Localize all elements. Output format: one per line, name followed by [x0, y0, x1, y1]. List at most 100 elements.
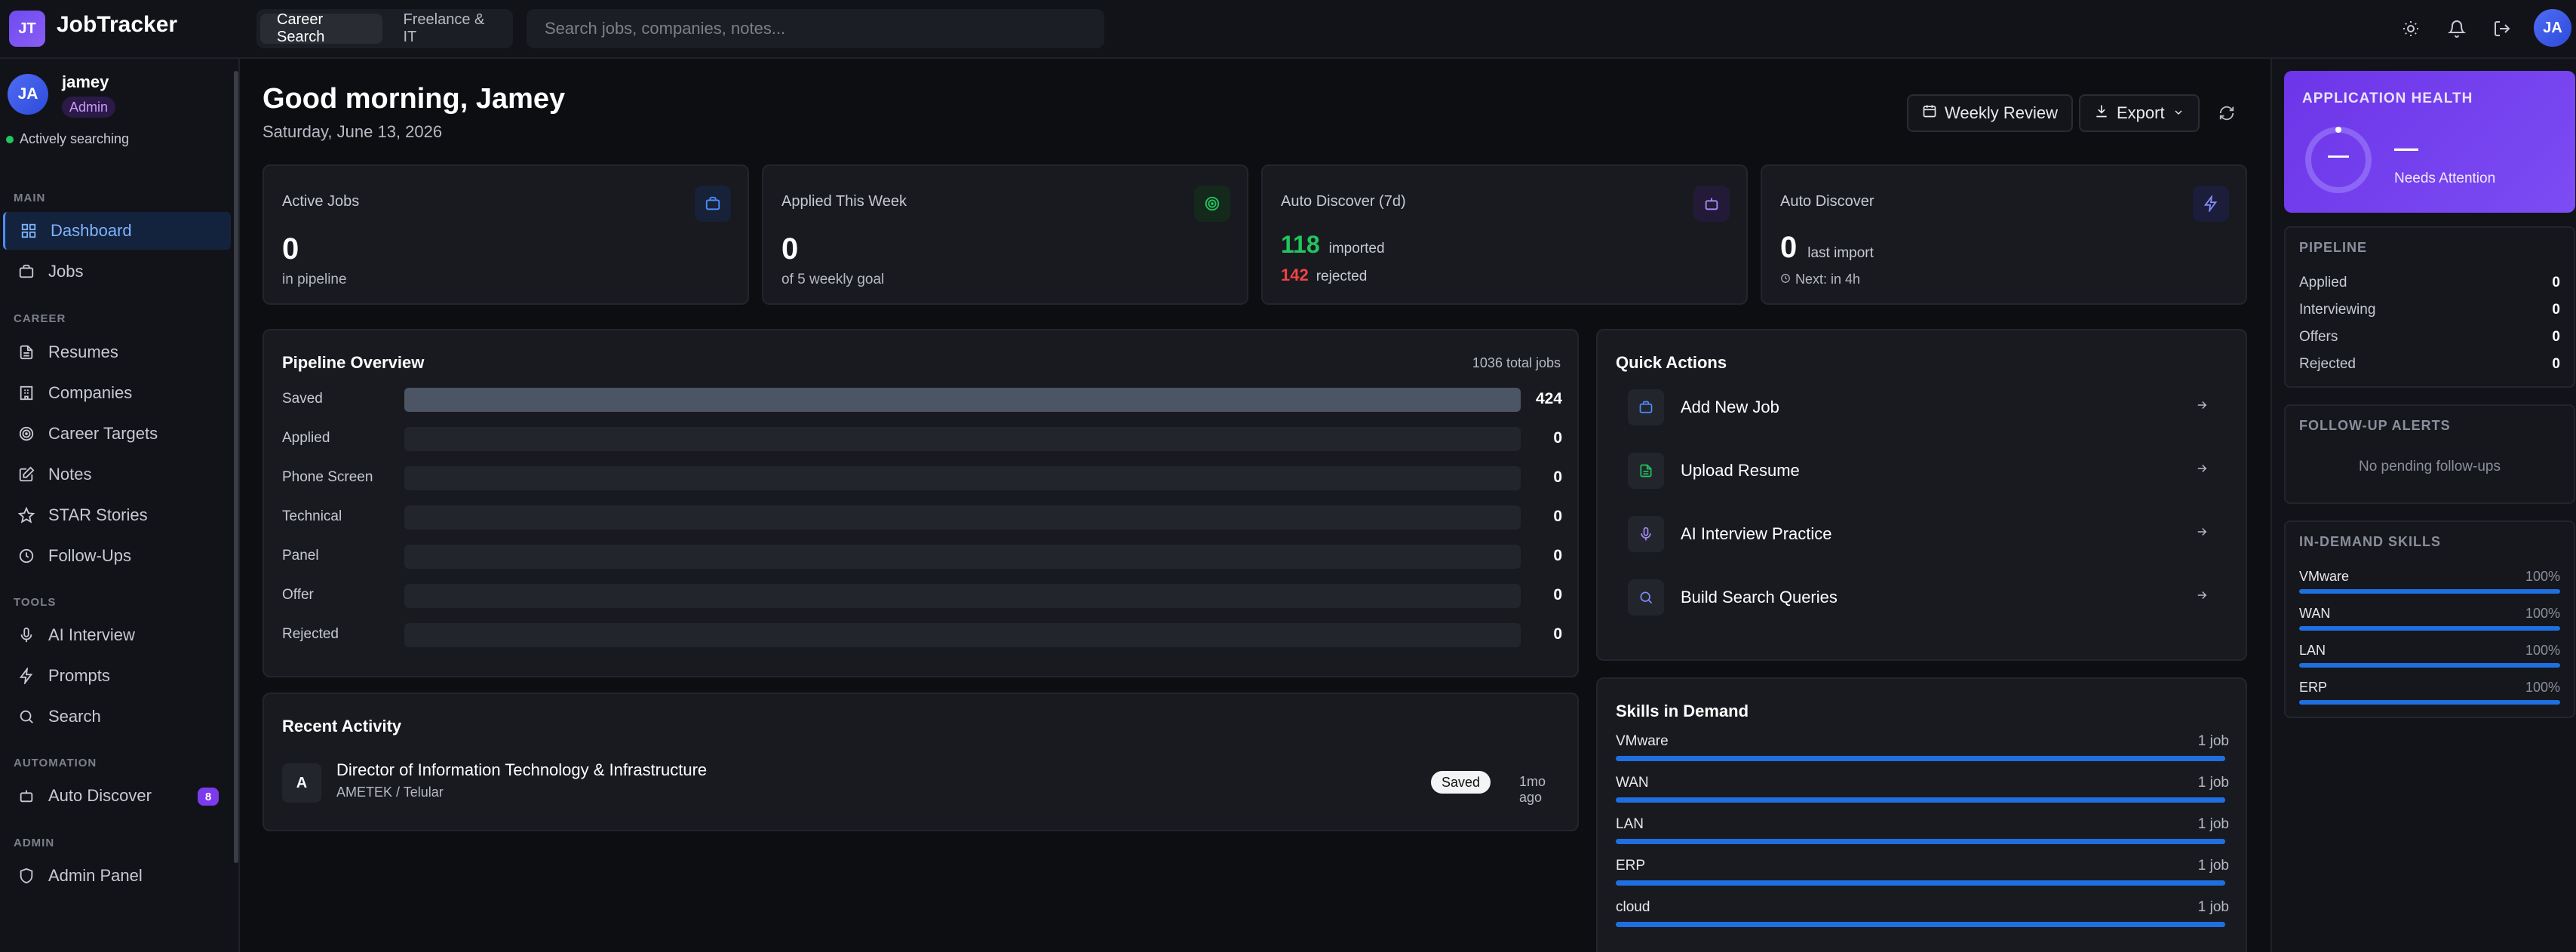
sidebar-item-resumes[interactable]: Resumes	[3, 333, 231, 371]
sidebar-item-label: Search	[48, 707, 101, 726]
skill-bar-fill	[1616, 839, 2225, 844]
skill-percent: 100%	[2525, 569, 2560, 584]
sidebar-item-follow-ups[interactable]: Follow-Ups	[3, 537, 231, 575]
stat-card-auto-discover[interactable]: Auto Discover 0 last import Next: in 4h	[1761, 164, 2247, 305]
sidebar-item-label: Career Targets	[48, 424, 158, 443]
sidebar-item-label: Companies	[48, 383, 133, 402]
pipeline-bar-fill	[404, 388, 1521, 412]
sidebar-item-label: STAR Stories	[48, 505, 148, 524]
skill-name: VMware	[2299, 569, 2350, 584]
lightning-icon	[18, 668, 35, 684]
row-label: Offers	[2299, 329, 2338, 345]
export-button[interactable]: Export	[2079, 94, 2200, 132]
health-score: —	[2394, 134, 2418, 161]
weekly-review-button[interactable]: Weekly Review	[1907, 94, 2073, 132]
card-title: Skills in Demand	[1616, 702, 1749, 720]
stat-card-active-jobs[interactable]: Active Jobs 0 in pipeline	[263, 164, 749, 305]
app-title[interactable]: JobTracker	[57, 12, 177, 38]
stat-label: Applied This Week	[781, 193, 907, 210]
in-demand-skill-row: ERP 100%	[2299, 680, 2560, 705]
mode-freelance-it[interactable]: Freelance & IT	[387, 11, 510, 45]
last-import-label: last import	[1807, 245, 1874, 261]
skill-count: 1 job	[2197, 733, 2229, 749]
avatar[interactable]: JA	[8, 74, 48, 115]
sidebar-item-search[interactable]: Search	[3, 698, 231, 735]
bell-icon[interactable]	[2445, 17, 2469, 41]
pipeline-row-interviewing: Interviewing 0	[2299, 302, 2560, 318]
activity-title[interactable]: Director of Information Technology & Inf…	[336, 760, 707, 780]
sidebar-item-admin-panel[interactable]: Admin Panel	[3, 857, 231, 895]
pipeline-total: 1036 total jobs	[1472, 355, 1561, 370]
row-label: Rejected	[2299, 356, 2356, 372]
status-dot-icon	[6, 135, 14, 143]
skill-bar-fill	[1616, 922, 2225, 927]
mic-icon	[18, 627, 35, 643]
pipeline-bar[interactable]	[404, 545, 1521, 569]
follow-up-empty: No pending follow-ups	[2358, 459, 2501, 474]
sidebar-item-notes[interactable]: Notes	[3, 456, 231, 493]
app-logo[interactable]: JT	[9, 11, 45, 47]
pipeline-bar[interactable]	[404, 505, 1521, 530]
pipeline-stage-count: 0	[1553, 429, 1562, 447]
sidebar-item-auto-discover[interactable]: Auto Discover 8	[3, 777, 231, 815]
stat-label: Active Jobs	[282, 193, 360, 210]
skill-name: ERP	[1616, 858, 1646, 874]
pipeline-stage-count: 0	[1553, 468, 1562, 486]
mode-career-search[interactable]: Career Search	[260, 11, 382, 45]
user-name: jamey	[62, 72, 109, 91]
stat-card-auto-discover-7d[interactable]: Auto Discover (7d) 118 imported 142 reje…	[1261, 164, 1748, 305]
pipeline-bar[interactable]	[404, 623, 1521, 647]
arrow-right-icon	[2195, 398, 2209, 416]
pipeline-stage-count: 0	[1553, 508, 1562, 525]
pipeline-bar[interactable]	[404, 388, 1521, 412]
date-line: Saturday, June 13, 2026	[263, 122, 443, 141]
user-avatar-menu[interactable]: JA	[2534, 9, 2571, 47]
sidebar-item-label: Resumes	[48, 342, 118, 361]
sun-icon[interactable]	[2399, 17, 2423, 41]
export-label: Export	[2117, 103, 2165, 122]
health-gauge-value: —	[2328, 143, 2349, 167]
global-search-input[interactable]	[527, 9, 1104, 48]
status-text: Actively searching	[20, 131, 130, 146]
arrow-right-icon	[2195, 525, 2209, 543]
quick-action-build-search-queries[interactable]: Build Search Queries	[1628, 575, 2209, 620]
sidebar-item-dashboard[interactable]: Dashboard	[3, 212, 231, 250]
skill-bar	[1616, 797, 2225, 803]
download-icon	[2094, 103, 2109, 123]
imported-line: 118 imported	[1281, 231, 1385, 259]
sidebar-item-star-stories[interactable]: STAR Stories	[3, 496, 231, 534]
imported-label: imported	[1328, 241, 1385, 256]
sidebar-item-prompts[interactable]: Prompts	[3, 657, 231, 695]
mic-icon	[1628, 516, 1664, 552]
sidebar-item-jobs[interactable]: Jobs	[3, 253, 231, 290]
sidebar-scrollbar[interactable]	[234, 71, 238, 863]
note-edit-icon	[18, 466, 35, 483]
skill-bar-fill	[1616, 880, 2225, 886]
list-item[interactable]: A Director of Information Technology & I…	[282, 760, 1564, 806]
sidebar-item-ai-interview[interactable]: AI Interview	[3, 616, 231, 654]
sidebar-item-companies[interactable]: Companies	[3, 374, 231, 412]
refresh-icon[interactable]	[2212, 98, 2242, 128]
activity-company: AMETEK / Telular	[336, 785, 444, 800]
stat-card-applied-week[interactable]: Applied This Week 0 of 5 weekly goal	[762, 164, 1248, 305]
target-icon	[18, 425, 35, 442]
skill-percent: 100%	[2525, 680, 2560, 695]
shield-icon	[18, 868, 35, 884]
quick-action-add-new-job[interactable]: Add New Job	[1628, 385, 2209, 430]
skill-name: LAN	[1616, 816, 1644, 832]
in-demand-skill-row: WAN 100%	[2299, 606, 2560, 631]
pipeline-bar[interactable]	[404, 466, 1521, 490]
sidebar-item-career-targets[interactable]: Career Targets	[3, 415, 231, 453]
activity-time: 1mo ago	[1519, 774, 1546, 805]
pipeline-stage-count: 0	[1553, 547, 1562, 564]
pipeline-bar[interactable]	[404, 584, 1521, 608]
quick-action-upload-resume[interactable]: Upload Resume	[1628, 448, 2209, 493]
logout-icon[interactable]	[2490, 17, 2514, 41]
application-health-card[interactable]: APPLICATION HEALTH — — Needs Attention	[2284, 71, 2575, 213]
pipeline-bar[interactable]	[404, 427, 1521, 451]
quick-action-ai-interview-practice[interactable]: AI Interview Practice	[1628, 511, 2209, 557]
calendar-icon	[1922, 103, 1937, 123]
arrow-right-icon	[2195, 588, 2209, 607]
skill-percent: 100%	[2525, 643, 2560, 658]
nav-section-career: CAREER	[14, 312, 66, 325]
